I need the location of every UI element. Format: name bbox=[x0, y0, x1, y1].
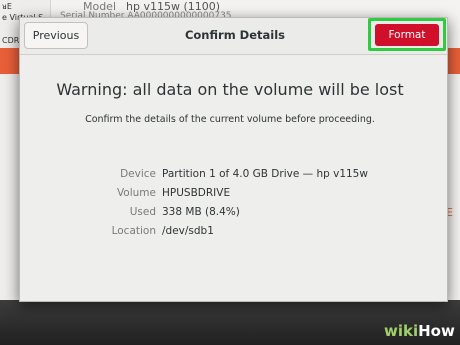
previous-button[interactable]: Previous bbox=[24, 22, 88, 49]
detail-row-used: Used 338 MB (8.4%) bbox=[80, 206, 410, 225]
volume-details: Device Partition 1 of 4.0 GB Drive — hp … bbox=[80, 168, 410, 244]
detail-value: 338 MB (8.4%) bbox=[162, 206, 240, 218]
dialog-titlebar: Previous Confirm Details Format bbox=[20, 18, 447, 55]
detail-row-volume: Volume HPUSBDRIVE bbox=[80, 187, 410, 206]
confirm-details-dialog: Previous Confirm Details Format Warning:… bbox=[19, 17, 448, 302]
sidebar-text: ᴚE bbox=[2, 2, 12, 11]
detail-row-device: Device Partition 1 of 4.0 GB Drive — hp … bbox=[80, 168, 410, 187]
detail-value: HPUSBDRIVE bbox=[162, 187, 231, 199]
wikihow-watermark: wikiHow bbox=[384, 322, 455, 340]
detail-key: Volume bbox=[116, 187, 156, 199]
format-button[interactable]: Format bbox=[375, 24, 439, 46]
watermark-part1: wiki bbox=[384, 322, 419, 340]
detail-row-location: Location /dev/sdb1 bbox=[80, 225, 410, 244]
dialog-title: Confirm Details bbox=[184, 28, 286, 42]
confirm-subtitle: Confirm the details of the current volum… bbox=[85, 114, 375, 125]
detail-value: Partition 1 of 4.0 GB Drive — hp v115w bbox=[162, 168, 368, 180]
detail-key: Device bbox=[120, 168, 156, 180]
detail-key: Location bbox=[111, 225, 156, 237]
watermark-part2: How bbox=[418, 322, 455, 340]
detail-key: Used bbox=[129, 206, 156, 218]
warning-heading: Warning: all data on the volume will be … bbox=[56, 80, 404, 99]
detail-value: /dev/sdb1 bbox=[162, 225, 214, 237]
